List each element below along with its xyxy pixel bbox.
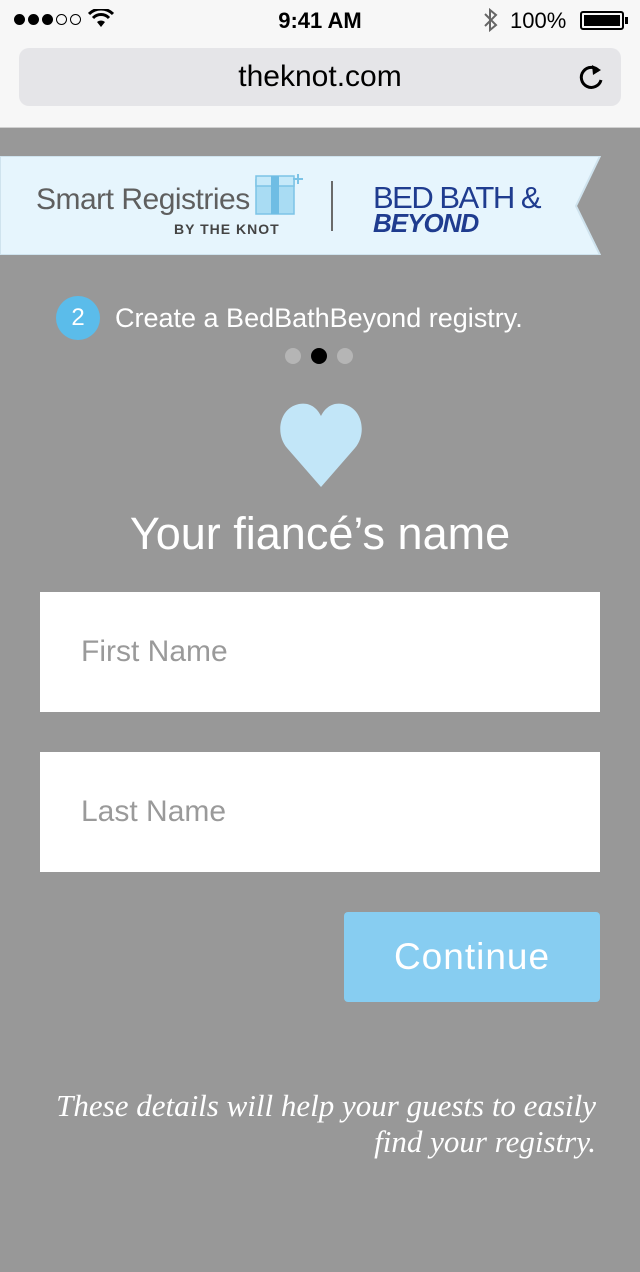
page-dot xyxy=(285,348,301,364)
browser-toolbar: theknot.com xyxy=(0,40,640,128)
step-number-badge: 2 xyxy=(56,296,100,340)
gift-box-icon xyxy=(255,174,303,215)
by-the-knot-label: BY THE KNOT xyxy=(174,221,280,237)
smart-registries-logo: Smart Registries xyxy=(36,183,250,216)
bed-bath-beyond-logo-bottom: BEYOND xyxy=(373,208,479,238)
continue-button[interactable]: Continue xyxy=(344,912,600,1002)
address-bar[interactable]: theknot.com xyxy=(19,48,621,106)
url-text[interactable]: theknot.com xyxy=(19,60,621,94)
first-name-input[interactable] xyxy=(40,592,600,712)
heart-icon xyxy=(280,403,362,487)
banner-divider xyxy=(331,181,333,231)
page-indicator xyxy=(285,348,353,364)
battery-percent: 100% xyxy=(510,8,567,33)
status-bar: 9:41 AM 100% xyxy=(0,0,640,40)
page-dot-active xyxy=(311,348,327,364)
bluetooth-icon xyxy=(484,8,498,32)
battery-icon xyxy=(580,11,628,30)
reload-icon[interactable] xyxy=(577,62,605,92)
page-title: Your fiancé’s name xyxy=(129,508,511,559)
page-dot xyxy=(337,348,353,364)
helper-note: These details will help your guests to e… xyxy=(56,1088,596,1159)
last-name-input[interactable] xyxy=(40,752,600,872)
step-instruction: Create a BedBathBeyond registry. xyxy=(115,303,523,333)
